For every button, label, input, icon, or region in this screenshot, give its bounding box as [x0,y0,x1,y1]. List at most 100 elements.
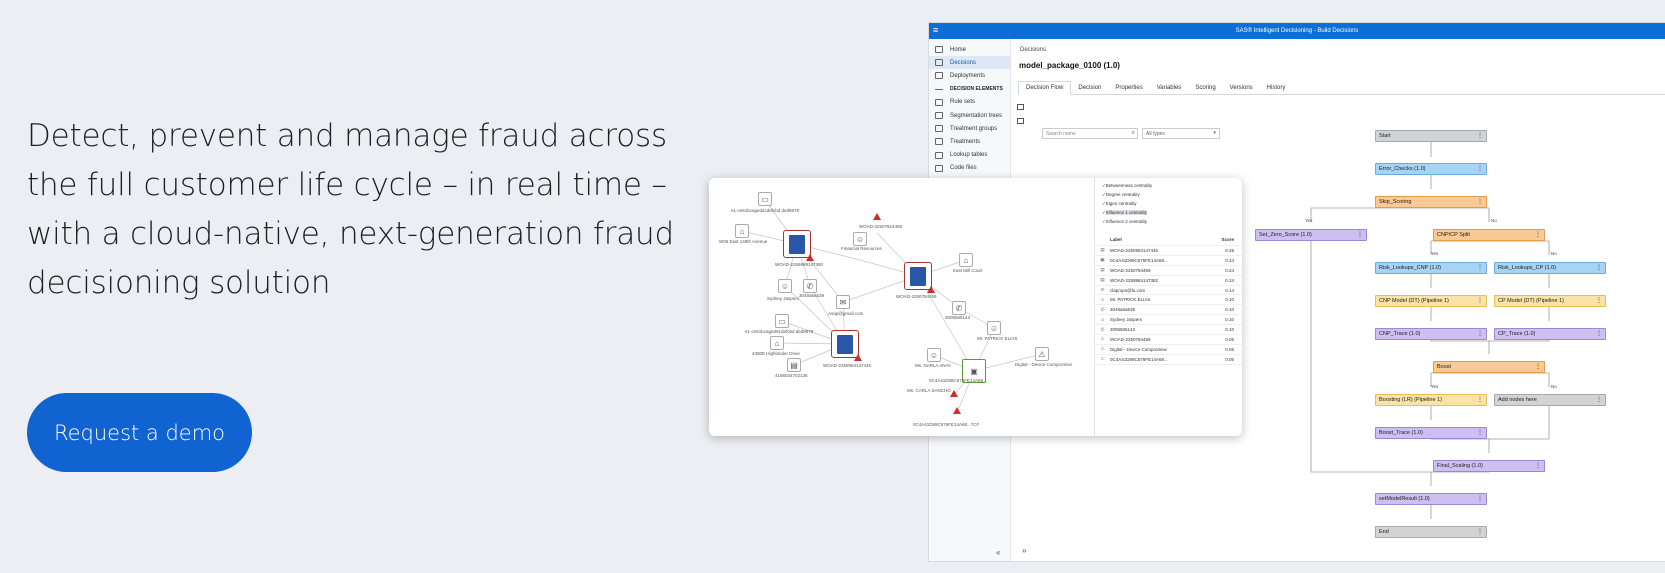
image-icon[interactable] [1017,118,1024,124]
breadcrumb[interactable]: Decisions [1020,47,1046,53]
sidebar-item-treatments[interactable]: Treatments [929,135,1010,148]
flow-node-cp-trace[interactable]: CP_Trace (1.0) ⋮ [1494,328,1606,340]
flow-node-start[interactable]: Start ⋮ [1375,130,1487,142]
check-influence-2-centrality[interactable]: ✓ Influence 2 centrality [1095,217,1242,226]
table-row[interactable]: ▤ WOAD-2259984147382 0.24 [1095,276,1242,286]
device-icon[interactable]: ▭ [775,314,789,328]
sidebar-item-rule-sets[interactable]: Rule sets [929,96,1010,109]
node-menu-icon[interactable]: ⋮ [1477,330,1483,337]
home-icon[interactable]: ⌂ [959,253,973,267]
table-row[interactable]: ☺ Mr. PATRICK ELIAS 0.10 [1095,295,1242,306]
sidebar-item-segmentation-trees[interactable]: Segmentation trees [929,109,1010,122]
table-row[interactable]: ⚠ 0C4A41D89C576FE14A68... 0.05 [1095,355,1242,365]
flow-node-cp-model[interactable]: CP Model (DT) (Pipeline 1) ⋮ [1494,295,1606,307]
table-row[interactable]: ✉ claprops@fu.com 0.14 [1095,286,1242,296]
flow-node-risk-lookups-cnp[interactable]: Risk_Lookups_CNP (1.0) ⋮ [1375,262,1487,274]
sidebar-item-treatment-groups[interactable]: Treatment groups [929,122,1010,135]
node-menu-icon[interactable]: ⋮ [1477,429,1483,436]
flow-node-boosting[interactable]: Boosting (LR) (Pipeline 1) ⋮ [1375,394,1487,406]
tab-variables[interactable]: Variables [1150,81,1189,94]
node-menu-icon[interactable]: ⋮ [1535,363,1541,370]
types-select[interactable]: All types ▾ [1142,128,1220,139]
tab-properties[interactable]: Properties [1108,81,1149,94]
node-menu-icon[interactable]: ⋮ [1535,231,1541,238]
node-menu-icon[interactable]: ⋮ [1357,231,1363,238]
node-menu-icon[interactable]: ⋮ [1477,264,1483,271]
request-demo-button[interactable]: Request a demo [27,393,252,472]
table-row[interactable]: ☺ Sydney Jaspers 0.10 [1095,315,1242,326]
phone-icon[interactable]: ✆ [803,279,817,293]
node-menu-icon[interactable]: ⋮ [1477,198,1483,205]
flow-node-set-zero-score[interactable]: Set_Zero_Score (1.0) ⋮ [1255,229,1367,241]
person-icon[interactable]: ☺ [778,279,792,293]
flow-node-end[interactable]: End ⋮ [1375,526,1487,538]
node-menu-icon[interactable]: ⋮ [1477,165,1483,172]
node-menu-icon[interactable]: ⋮ [1477,297,1483,304]
check-degree-centrality[interactable]: ✓ Degree centrality [1095,190,1242,199]
email-icon[interactable]: ✉ [836,295,850,309]
tab-versions[interactable]: Versions [1223,81,1260,94]
node-menu-icon[interactable]: ⋮ [1596,330,1602,337]
sidebar-item-lookup-tables[interactable]: Lookup tables [929,149,1010,162]
graph-label: Asap@gmail.com [828,311,864,316]
home-icon[interactable]: ⌂ [770,336,784,350]
sidebar-item-home[interactable]: Home [929,43,1010,56]
flow-node-error-checks[interactable]: Error_Checks (1.0) ⋮ [1375,163,1487,175]
graph-label: 4166034702136 [775,373,808,378]
search-input[interactable]: Search name ⌕ [1042,128,1138,139]
person-icon[interactable]: ☺ [987,321,1001,335]
branch-label-no: No [1551,251,1557,256]
flow-node-set-model-result[interactable]: setModelResult (1.0) ⋮ [1375,493,1487,505]
flow-node-skip-scoring[interactable]: Skip_Scoring ⋮ [1375,196,1487,208]
check-influence-1-centrality[interactable]: ✓ Influence 1 centrality [1095,208,1242,217]
sidebar-item-code-files[interactable]: Code files [929,162,1010,175]
flow-node-boost-trace[interactable]: Boost_Trace (1.0) ⋮ [1375,427,1487,439]
device-icon[interactable]: ▭ [758,192,772,206]
card-icon[interactable]: ▤ [787,358,801,372]
node-menu-icon[interactable]: ⋮ [1477,396,1483,403]
menu-icon[interactable]: ≡ [933,25,938,35]
home-icon[interactable]: ⌂ [735,224,749,238]
node-menu-icon[interactable]: ⋮ [1596,396,1602,403]
table-row[interactable]: ✆ 3005565143 0.10 [1095,325,1242,336]
node-menu-icon[interactable]: ⋮ [1477,495,1483,502]
table-row[interactable]: ⚠ WOAD-2250784459 0.05 [1095,335,1242,345]
flow-node-risk-lookups-cp[interactable]: Risk_Lookups_CP (1.0) ⋮ [1494,262,1606,274]
table-row[interactable]: ⚠ Digital - Device Compromise 0.05 [1095,345,1242,355]
node-menu-icon[interactable]: ⋮ [1596,264,1602,271]
search-icon[interactable]: ⌕ [1132,130,1135,137]
flow-node-final-scaling[interactable]: Final_Scaling (1.0) ⋮ [1433,460,1545,472]
save-icon[interactable] [1017,104,1024,110]
person-icon[interactable]: ☺ [927,348,941,362]
flow-node-cnp-trace[interactable]: CNP_Trace (1.0) ⋮ [1375,328,1487,340]
node-menu-icon[interactable]: ⋮ [1477,132,1483,139]
graph-edges [741,199,1043,414]
expand-icon[interactable]: » [1022,546,1026,555]
column-header-score[interactable]: Score [1210,237,1238,242]
tab-history[interactable]: History [1260,81,1293,94]
column-header-label[interactable]: Label [1110,237,1210,242]
table-row[interactable]: ▤ WOAD-2250784459 0.24 [1095,266,1242,276]
person-icon[interactable]: ☺ [853,232,867,246]
sidebar-item-deployments[interactable]: Deployments [929,69,1010,82]
tab-decision-flow[interactable]: Decision Flow [1018,81,1072,95]
tab-scoring[interactable]: Scoring [1188,81,1222,94]
node-menu-icon[interactable]: ⋮ [1477,528,1483,535]
tab-decision[interactable]: Decision [1071,81,1108,94]
node-menu-icon[interactable]: ⋮ [1535,462,1541,469]
collapse-sidebar-icon[interactable]: « [996,548,1000,557]
check-betweenness-centrality[interactable]: ✓ Betweenness centrality [1095,181,1242,190]
flow-node-add-nodes-here[interactable]: Add nodes here ⋮ [1494,394,1606,406]
sidebar-item-decisions[interactable]: Decisions [929,56,1010,70]
flow-node-cnp-model[interactable]: CNP Model (DT) (Pipeline 1) ⋮ [1375,295,1487,307]
table-row[interactable]: ▣ 0C4A41D89C576FE14A68... 0.24 [1095,256,1242,266]
node-menu-icon[interactable]: ⋮ [1596,297,1602,304]
device-compromise-icon[interactable]: ⚠ [1035,347,1049,361]
table-row[interactable]: ✆ 3048a6a539 0.10 [1095,305,1242,316]
check-eigen-centrality[interactable]: ✓ Eigen centrality [1095,199,1242,208]
table-row[interactable]: ▤ WOAD-2250984147445 0.25 [1095,246,1242,256]
warning-icon: ⚠ [1100,336,1105,342]
phone-icon[interactable]: ✆ [952,301,966,315]
flow-node-boost[interactable]: Boost ⋮ [1433,361,1545,373]
flow-node-cnp-cp-split[interactable]: CNP/CP Split ⋮ [1433,229,1545,241]
